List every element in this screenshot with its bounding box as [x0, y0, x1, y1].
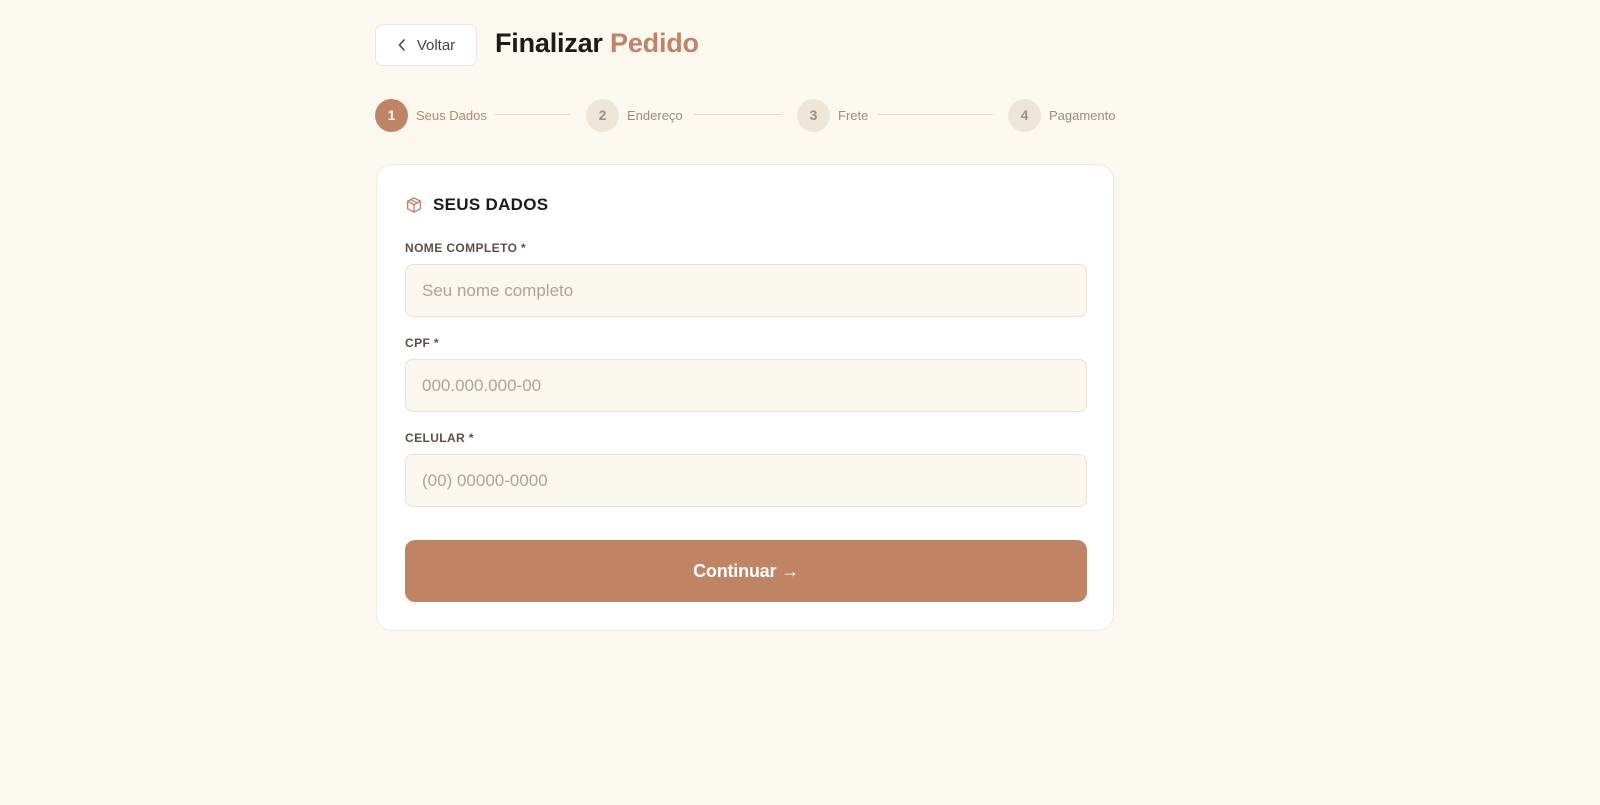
- step-number: 1: [375, 98, 408, 132]
- full-name-label: NOME COMPLETO *: [405, 241, 527, 255]
- step-label: Frete: [838, 107, 869, 123]
- section-header: SEUS DADOS: [405, 195, 548, 215]
- step-number: 3: [797, 98, 830, 132]
- step-label: Seus Dados: [416, 107, 487, 123]
- chevron-left-icon: [398, 39, 405, 51]
- full-name-input[interactable]: [405, 264, 1087, 317]
- step-number: 2: [586, 98, 619, 132]
- personal-data-card: SEUS DADOS NOME COMPLETO * CPF * CELULAR…: [376, 164, 1114, 631]
- page-title-accent: Pedido: [610, 28, 699, 58]
- step-endereco[interactable]: 2 Endereço: [586, 98, 683, 132]
- step-label: Endereço: [627, 107, 683, 123]
- section-title: SEUS DADOS: [433, 195, 549, 214]
- checkout-stepper: 1 Seus Dados 2 Endereço 3 Frete 4 Pagame…: [375, 98, 1116, 132]
- step-number: 4: [1008, 98, 1041, 132]
- step-frete[interactable]: 3 Frete: [797, 98, 868, 132]
- back-button[interactable]: Voltar: [375, 24, 477, 66]
- phone-input[interactable]: [405, 454, 1087, 507]
- phone-label: CELULAR *: [405, 431, 474, 445]
- step-seus-dados[interactable]: 1 Seus Dados: [375, 98, 487, 132]
- page-title: Finalizar Pedido: [495, 28, 699, 59]
- step-label: Pagamento: [1049, 107, 1116, 123]
- back-button-label: Voltar: [416, 36, 456, 54]
- continue-button[interactable]: Continuar →: [405, 540, 1087, 602]
- step-pagamento[interactable]: 4 Pagamento: [1008, 98, 1116, 132]
- step-connector: [495, 114, 570, 115]
- step-connector: [694, 114, 782, 115]
- package-icon: [406, 197, 422, 213]
- cpf-input[interactable]: [405, 359, 1087, 412]
- cpf-label: CPF *: [405, 336, 440, 350]
- page-title-main: Finalizar: [495, 28, 603, 58]
- step-connector: [878, 114, 993, 115]
